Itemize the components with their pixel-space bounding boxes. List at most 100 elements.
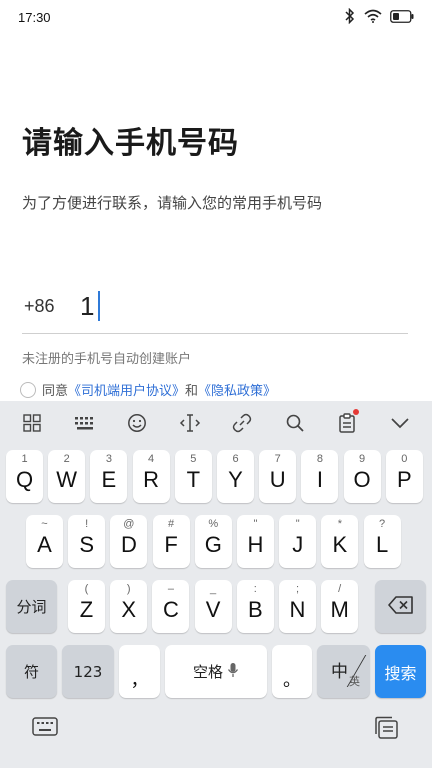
symbol-label: 符	[23, 663, 39, 681]
period-key[interactable]: 。	[272, 645, 312, 698]
battery-icon	[390, 9, 414, 23]
key-label: I	[316, 466, 323, 492]
page-subtitle: 为了方便进行联系，请输入您的常用手机号码	[22, 194, 323, 212]
key-x[interactable]: ) X	[110, 580, 148, 633]
key-label: P	[396, 466, 412, 492]
key-secondary-label: *	[337, 518, 343, 530]
phone-input-row: +86 1	[22, 282, 408, 334]
key-r[interactable]: 4R	[132, 450, 170, 503]
key-label: E	[101, 466, 117, 492]
language-switch-key[interactable]: 中 英	[317, 645, 370, 698]
key-secondary-label: _	[210, 583, 217, 595]
key-j[interactable]: " J	[279, 515, 317, 568]
agree-prefix: 同意	[42, 384, 69, 399]
search-icon[interactable]	[275, 403, 315, 443]
agree-and: 和	[185, 384, 199, 399]
key-m[interactable]: / M	[321, 580, 359, 633]
key-k[interactable]: * K	[321, 515, 359, 568]
key-label: L	[375, 531, 389, 557]
key-g[interactable]: % G	[194, 515, 232, 568]
key-secondary-label: 1	[21, 453, 28, 465]
backspace-icon	[387, 595, 414, 618]
key-y[interactable]: 6Y	[217, 450, 254, 503]
comma-key[interactable]: ，	[119, 645, 160, 698]
text-cursor	[98, 291, 101, 321]
key-secondary-label: %	[208, 518, 219, 530]
key-i[interactable]: 8I	[301, 450, 339, 503]
key-o[interactable]: 9O	[343, 450, 381, 503]
key-secondary-label: 5	[190, 453, 197, 465]
collapse-chevron-icon[interactable]	[380, 403, 420, 443]
key-label: U	[269, 466, 286, 492]
word-segment-label: 分词	[16, 598, 47, 616]
key-z[interactable]: (Z	[68, 580, 105, 633]
key-secondary-label: 7	[274, 453, 281, 465]
keyboard-toolbar	[0, 401, 432, 445]
key-secondary-label: ;	[295, 583, 300, 595]
key-secondary-label: ?	[379, 518, 386, 530]
key-n[interactable]: ; N	[279, 580, 316, 633]
driver-agreement-link[interactable]: 《司机端用户协议》	[68, 380, 185, 399]
word-segment-key[interactable]: 分词	[6, 580, 57, 633]
key-secondary-label: (	[84, 583, 89, 595]
wifi-icon	[364, 9, 382, 23]
login-screen: 17:30 请输入手机号码 为了方便进行联系，请输入您的常用手机号码 +86 1…	[0, 0, 432, 768]
key-secondary-label: :	[253, 583, 257, 595]
agree-checkbox[interactable]	[20, 381, 36, 398]
key-c[interactable]: – C	[152, 580, 190, 633]
key-label: Y	[228, 466, 243, 492]
key-secondary-label: 6	[232, 453, 239, 465]
key-q[interactable]: 1Q	[6, 450, 43, 503]
clipboard-panel-icon[interactable]	[374, 716, 400, 744]
key-label: V	[205, 596, 221, 622]
clipboard-icon[interactable]	[327, 403, 367, 443]
key-label: D	[120, 531, 137, 557]
microphone-icon	[227, 662, 239, 682]
key-s[interactable]: ! S	[68, 515, 106, 568]
key-b[interactable]: :B	[236, 580, 274, 633]
key-label: G	[204, 531, 222, 557]
country-code[interactable]: +86	[24, 296, 55, 317]
comma-label: ，	[130, 669, 149, 690]
key-label: K	[332, 531, 348, 557]
key-secondary-label: "	[295, 518, 300, 530]
search-key-label: 搜索	[384, 663, 417, 683]
clipboard-link-icon[interactable]	[222, 403, 262, 443]
phone-number-input[interactable]: 1	[80, 288, 400, 324]
emoji-icon[interactable]	[117, 403, 157, 443]
key-label: B	[247, 596, 263, 622]
keyboard-switch-icon[interactable]	[32, 716, 58, 742]
key-v[interactable]: _ V	[194, 580, 232, 633]
privacy-policy-link[interactable]: 《隐私政策》	[198, 380, 276, 399]
phone-number-value: 1	[80, 290, 95, 321]
search-key[interactable]: 搜索	[375, 645, 426, 698]
keyboard-layout-icon[interactable]	[65, 403, 105, 443]
key-label: R	[143, 466, 160, 492]
key-a[interactable]: ~ A	[26, 515, 63, 568]
key-p[interactable]: 0P	[385, 450, 423, 503]
key-t[interactable]: 5T	[174, 450, 212, 503]
key-d[interactable]: @ D	[110, 515, 148, 568]
number-key[interactable]: 123	[62, 645, 114, 698]
space-key[interactable]: 空格	[165, 645, 267, 698]
key-secondary-label: 4	[148, 453, 155, 465]
key-e[interactable]: 3E	[90, 450, 128, 503]
key-label: X	[121, 596, 137, 622]
key-secondary-label: @	[123, 518, 135, 530]
key-label: M	[330, 596, 349, 622]
backspace-key[interactable]	[375, 580, 426, 633]
key-f[interactable]: # F	[152, 515, 190, 568]
key-w[interactable]: 2W	[48, 450, 86, 503]
key-h[interactable]: " H	[237, 515, 274, 568]
key-label: C	[162, 596, 179, 622]
agreement-row: 同意 《司机端用户协议》 和 《隐私政策》	[20, 380, 276, 399]
key-label: H	[247, 531, 264, 557]
space-label: 空格	[192, 663, 223, 681]
status-icons	[344, 8, 414, 24]
number-label: 123	[73, 662, 103, 681]
cursor-icon[interactable]	[170, 403, 210, 443]
key-l[interactable]: ? L	[363, 515, 401, 568]
key-u[interactable]: 7U	[259, 450, 297, 503]
symbol-key[interactable]: 符	[6, 645, 57, 698]
grid-icon[interactable]	[12, 403, 52, 443]
